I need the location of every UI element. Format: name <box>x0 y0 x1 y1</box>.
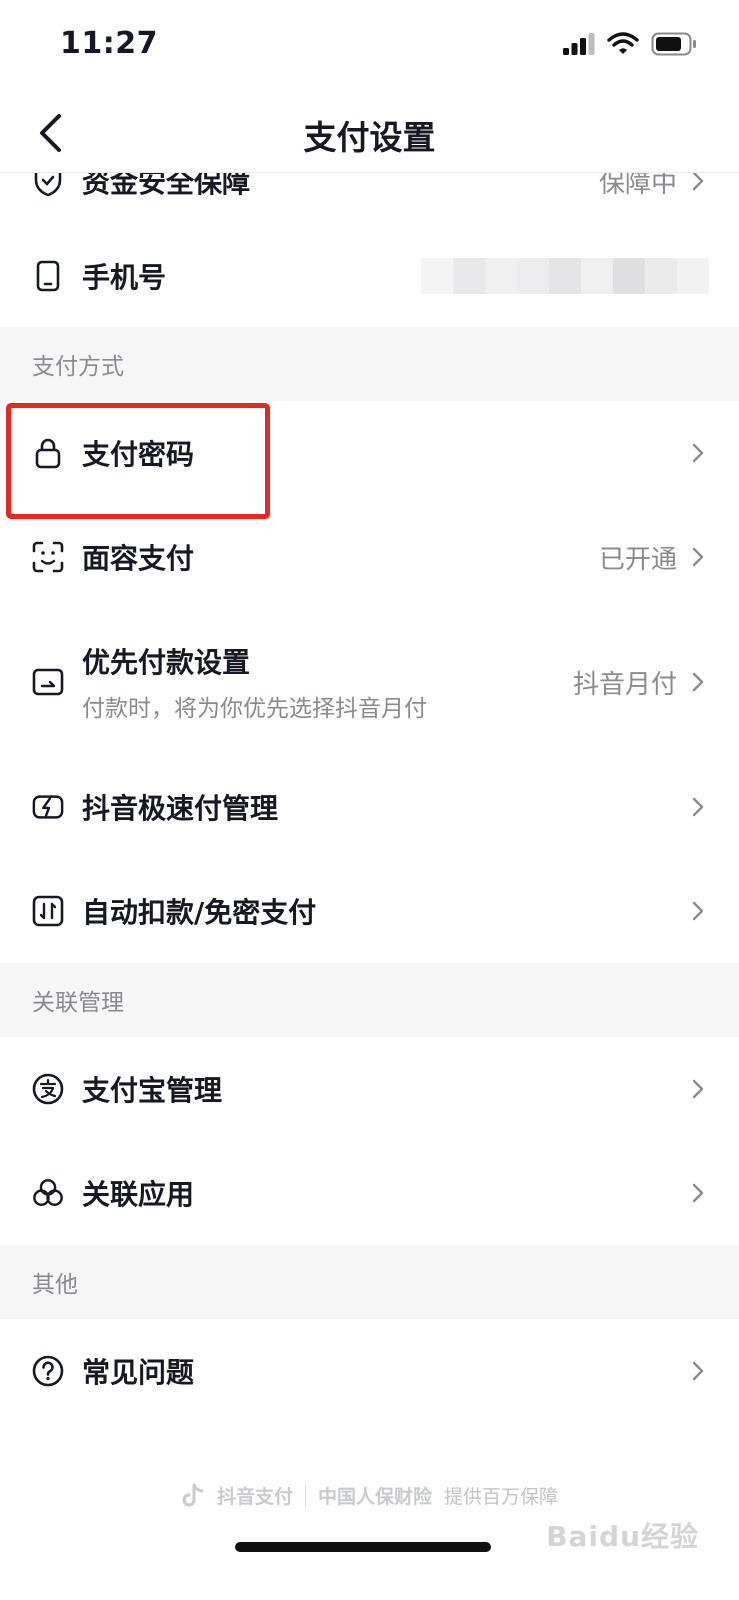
linked-apps-label: 关联应用 <box>82 1178 195 1211</box>
face-pay-status: 已开通 <box>598 544 677 575</box>
chevron-right-icon <box>692 1361 704 1381</box>
phone-icon <box>32 260 64 292</box>
status-icons <box>563 32 697 56</box>
home-indicator[interactable] <box>235 1542 491 1552</box>
alipay-row[interactable]: 支付宝管理 <box>0 1037 739 1141</box>
faq-label: 常见问题 <box>82 1356 195 1389</box>
section-header-payment: 支付方式 <box>0 327 739 401</box>
payment-card-icon <box>32 666 64 698</box>
footer-partner: 中国人保财险 <box>317 1486 432 1508</box>
alipay-icon <box>32 1073 64 1105</box>
footer-divider <box>304 1485 306 1506</box>
face-pay-label: 面容支付 <box>82 542 195 575</box>
footer-brand: 抖音支付 <box>216 1486 293 1508</box>
chevron-right-icon <box>692 797 704 817</box>
nav-bar: 支付设置 <box>0 95 739 173</box>
phone-number-mosaic <box>421 258 709 294</box>
chevron-right-icon <box>692 547 704 567</box>
alipay-label: 支付宝管理 <box>82 1074 223 1107</box>
chevron-right-icon <box>692 1079 704 1099</box>
footer-guarantee: 提供百万保障 <box>444 1486 559 1508</box>
chevron-right-icon <box>692 901 704 921</box>
tiktok-logo-icon <box>182 1483 204 1506</box>
priority-payment-desc: 付款时，将为你优先选择抖音月付 <box>82 696 427 722</box>
chevron-right-icon <box>692 1183 704 1203</box>
linked-apps-icon <box>32 1177 64 1209</box>
fast-pay-label: 抖音极速付管理 <box>82 792 279 825</box>
battery-icon <box>651 32 696 56</box>
face-id-icon <box>32 541 64 573</box>
cellular-signal-icon <box>563 33 595 55</box>
watermark: Baidu经验 <box>546 1520 699 1553</box>
phone-row[interactable]: 手机号 <box>0 225 739 327</box>
shield-icon <box>32 173 64 197</box>
section-header-linked: 关联管理 <box>0 963 739 1037</box>
fast-pay-row[interactable]: 抖音极速付管理 <box>0 755 739 859</box>
priority-payment-row[interactable]: 优先付款设置 付款时，将为你优先选择抖音月付 抖音月付 <box>0 609 739 755</box>
fund-security-row[interactable]: 资金安全保障 保障中 <box>0 173 739 225</box>
linked-apps-row[interactable]: 关联应用 <box>0 1141 739 1245</box>
status-bar: 11:27 <box>0 0 739 95</box>
lightning-icon <box>32 791 64 823</box>
auto-pay-label: 自动扣款/免密支付 <box>82 896 317 929</box>
priority-payment-value: 抖音月付 <box>572 669 677 700</box>
footer: 抖音支付 中国人保财险 提供百万保障 <box>0 1482 739 1509</box>
auto-pay-row[interactable]: 自动扣款/免密支付 <box>0 859 739 963</box>
priority-payment-label: 优先付款设置 <box>82 646 251 679</box>
highlight-annotation-box <box>6 403 270 519</box>
chevron-right-icon <box>692 443 704 463</box>
page-title: 支付设置 <box>303 118 436 157</box>
settings-list: 资金安全保障 保障中 手机号 支付方式 支付密码 面容支付 已开通 优先付款设置… <box>0 173 739 1423</box>
status-time: 11:27 <box>60 26 158 61</box>
face-pay-row[interactable]: 面容支付 已开通 <box>0 505 739 609</box>
fund-security-label: 资金安全保障 <box>82 173 251 199</box>
wifi-icon <box>607 32 639 54</box>
fund-security-value: 保障中 <box>598 173 677 199</box>
chevron-right-icon <box>692 173 704 191</box>
faq-row[interactable]: 常见问题 <box>0 1319 739 1423</box>
section-header-other: 其他 <box>0 1245 739 1319</box>
phone-label: 手机号 <box>82 261 167 294</box>
chevron-right-icon <box>692 672 704 692</box>
question-icon <box>32 1355 64 1387</box>
auto-deduct-icon <box>32 895 64 927</box>
